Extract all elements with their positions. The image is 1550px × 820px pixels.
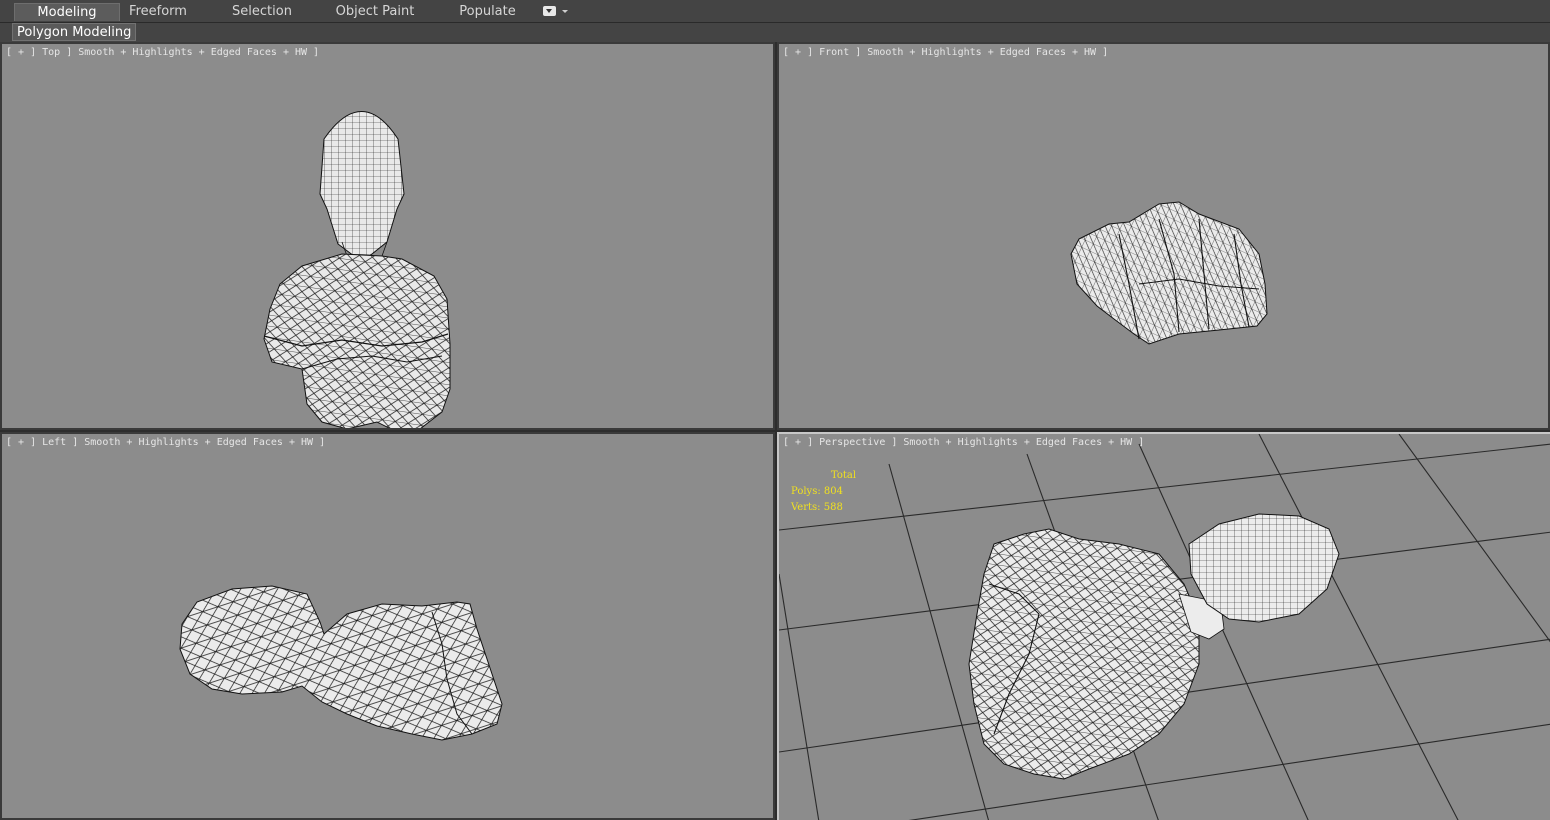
chevron-down-icon (562, 10, 568, 13)
ribbon-subbar: Polygon Modeling (0, 23, 1550, 42)
viewport-front[interactable]: [ + ] Front ] Smooth + Highlights + Edge… (777, 42, 1550, 430)
top-bust-mesh (263, 111, 451, 428)
viewport-label-perspective[interactable]: [ + ] Perspective ] Smooth + Highlights … (783, 437, 1144, 448)
viewport-label-left[interactable]: [ + ] Left ] Smooth + Highlights + Edged… (6, 437, 325, 448)
tab-modeling[interactable]: Modeling (14, 3, 120, 21)
scene-statistics: Total Polys: 804 Verts: 588 (791, 468, 856, 516)
display-options-icon (543, 6, 556, 16)
front-bust-mesh (1070, 201, 1268, 345)
tab-polygon-modeling[interactable]: Polygon Modeling (12, 23, 137, 41)
stats-verts: Verts: 588 (791, 500, 856, 516)
tab-selection[interactable]: Selection (222, 3, 302, 21)
viewport-perspective[interactable]: [ + ] Perspective ] Smooth + Highlights … (777, 432, 1550, 820)
tab-object-paint[interactable]: Object Paint (330, 3, 420, 21)
tab-freeform[interactable]: Freeform (118, 3, 198, 21)
stats-verts-value: 588 (823, 502, 843, 513)
ribbon-options-dropdown[interactable] (543, 6, 568, 18)
perspective-scene (779, 434, 1550, 820)
stats-title: Total (831, 470, 857, 481)
stats-polys-label: Polys: (791, 486, 821, 497)
stats-polys-value: 804 (823, 486, 843, 497)
left-bust-mesh (179, 585, 503, 741)
stats-polys: Polys: 804 (791, 484, 856, 500)
viewport-label-front[interactable]: [ + ] Front ] Smooth + Highlights + Edge… (783, 47, 1108, 58)
viewport-top[interactable]: [ + ] Top ] Smooth + Highlights + Edged … (0, 42, 775, 430)
ribbon-bar: Modeling Freeform Selection Object Paint… (0, 0, 1550, 23)
tab-populate[interactable]: Populate (450, 3, 525, 21)
viewport-left[interactable]: [ + ] Left ] Smooth + Highlights + Edged… (0, 432, 775, 820)
viewport-label-top[interactable]: [ + ] Top ] Smooth + Highlights + Edged … (6, 47, 319, 58)
stats-verts-label: Verts: (791, 502, 821, 513)
